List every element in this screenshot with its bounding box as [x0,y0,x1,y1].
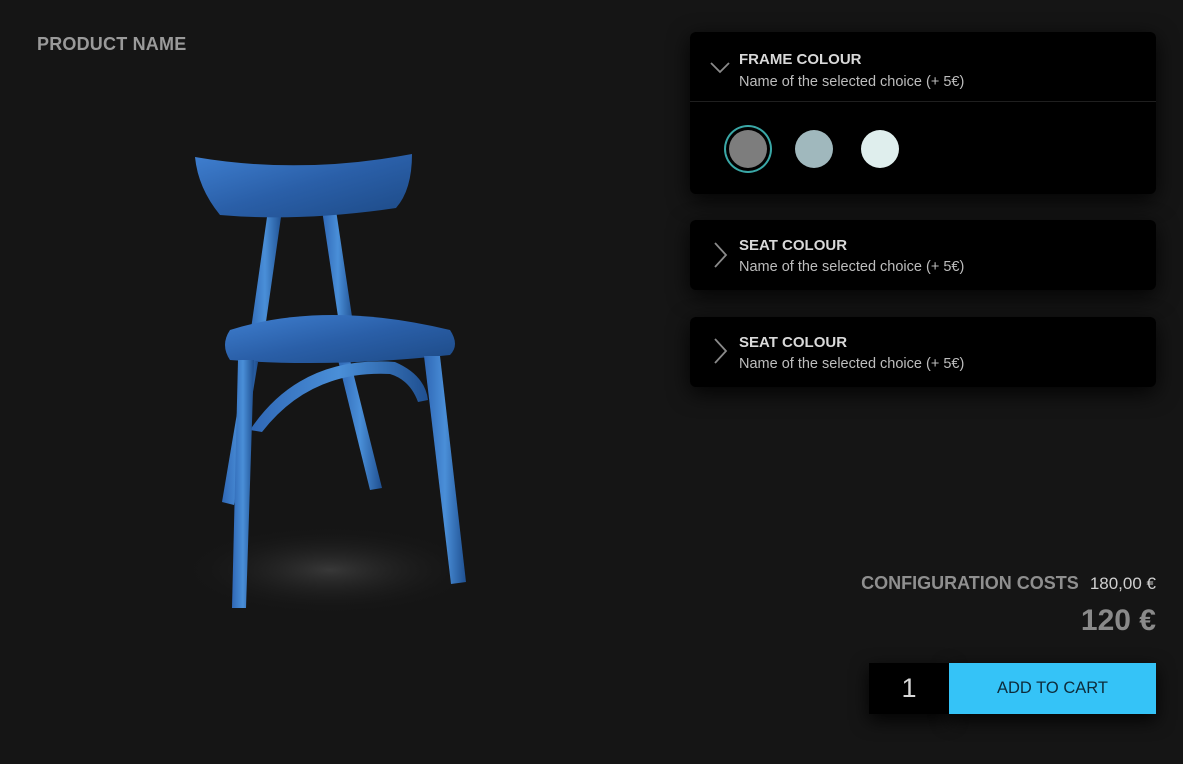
option-panel-frame-colour: FRAME COLOUR Name of the selected choice… [690,32,1156,194]
option-selected-text: Name of the selected choice (+ 5€) [739,259,965,275]
option-title: SEAT COLOUR [739,334,848,351]
option-selected-text: Name of the selected choice (+ 5€) [739,356,965,372]
configuration-costs: CONFIGURATION COSTS 180,00 € [861,573,1156,594]
swatch-mint-white[interactable] [861,130,899,168]
product-name: PRODUCT NAME [37,34,187,54]
chevron-down-icon [710,53,730,81]
total-price: 120 € [1080,604,1156,637]
option-title: FRAME COLOUR [739,51,862,68]
option-panel-seat-colour-2[interactable]: SEAT COLOUR Name of the selected choice … [690,317,1156,387]
swatch-blue-gray[interactable] [795,130,833,168]
configuration-costs-value: 180,00 € [1089,574,1156,593]
configuration-costs-label: CONFIGURATION COSTS [861,573,1079,593]
add-to-cart-button[interactable]: ADD TO CART [949,663,1156,714]
chevron-right-icon [710,337,730,365]
option-title: SEAT COLOUR [739,237,848,254]
option-header-frame-colour[interactable]: FRAME COLOUR Name of the selected choice… [690,32,1156,101]
quantity-input[interactable] [869,663,949,714]
product-image [150,130,510,630]
swatch-gray[interactable] [729,130,767,168]
option-panel-seat-colour[interactable]: SEAT COLOUR Name of the selected choice … [690,220,1156,290]
swatch-list [690,102,1156,194]
chair-illustration [180,154,480,615]
option-selected-text: Name of the selected choice (+ 5€) [739,74,965,90]
chevron-right-icon [710,241,730,269]
